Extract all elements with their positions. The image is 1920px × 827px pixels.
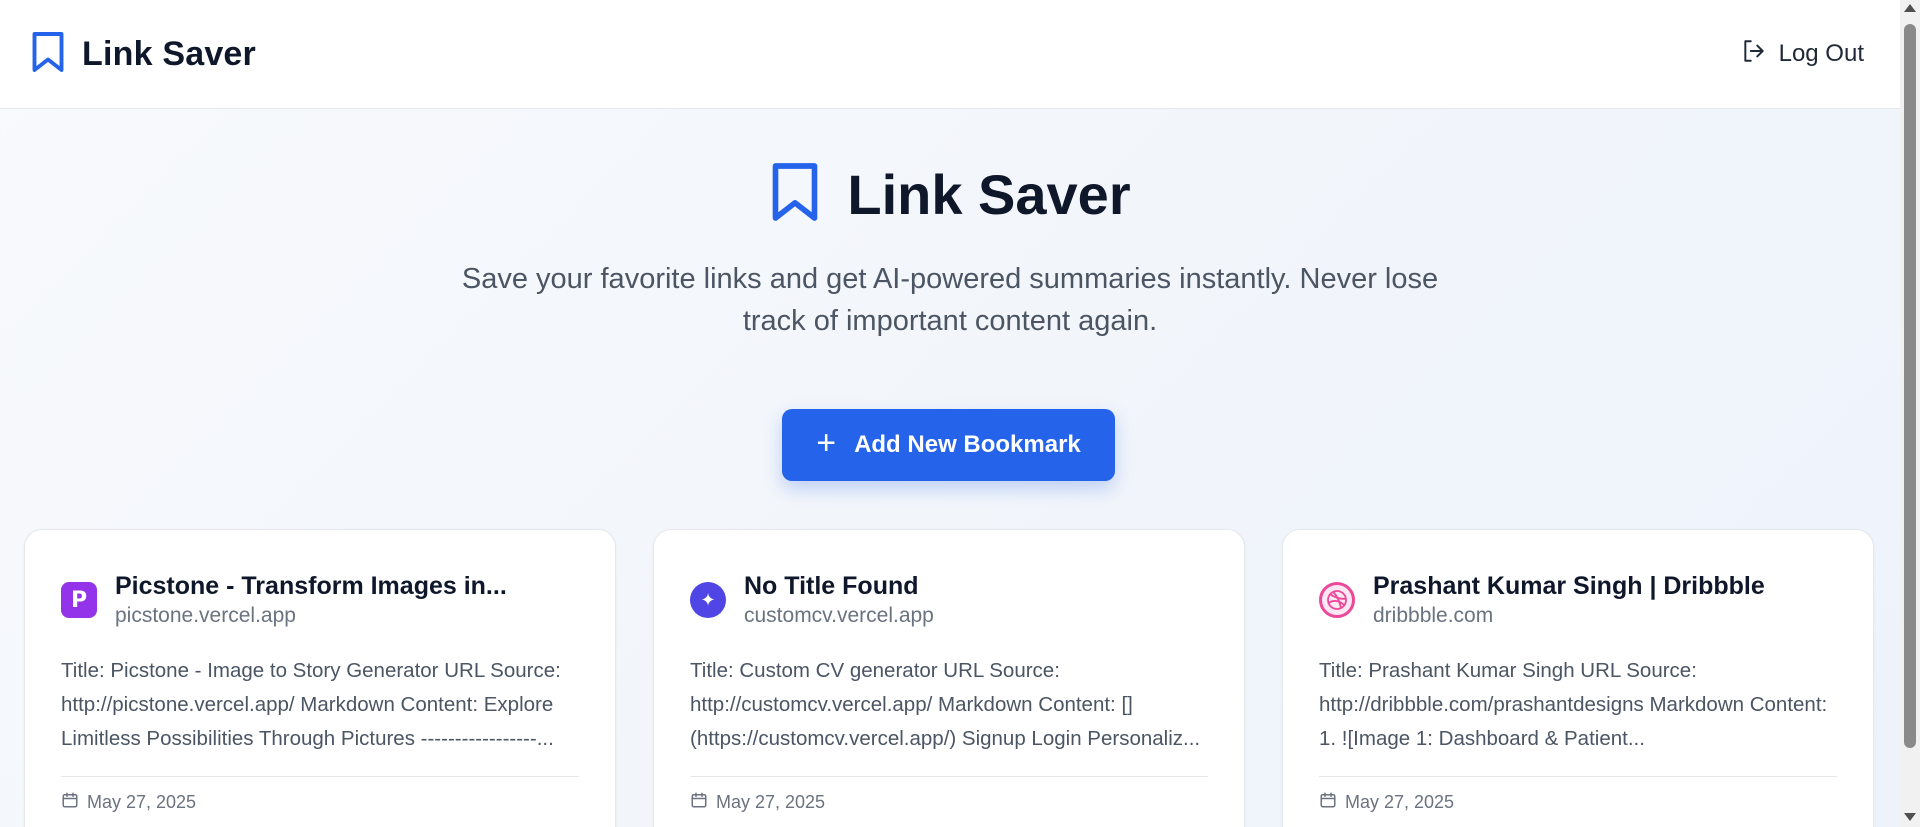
logout-button[interactable]: Log Out — [1741, 38, 1864, 71]
dribbble-icon — [1319, 582, 1355, 618]
card-header: ✦ No Title Found customcv.vercel.app — [690, 570, 1208, 628]
page-scrollbar[interactable] — [1900, 0, 1920, 827]
plus-icon: + — [816, 424, 837, 462]
card-title[interactable]: No Title Found — [744, 570, 934, 602]
card-title[interactable]: Prashant Kumar Singh | Dribbble — [1373, 570, 1765, 602]
card-date: May 27, 2025 — [690, 791, 1208, 814]
card-divider — [1319, 776, 1837, 777]
hero-title: Link Saver — [847, 163, 1131, 226]
card-domain: picstone.vercel.app — [115, 604, 296, 627]
brand[interactable]: Link Saver — [30, 31, 256, 78]
bookmark-icon — [30, 31, 66, 78]
scrollbar-thumb[interactable] — [1904, 24, 1916, 748]
scroll-up-arrow-icon[interactable] — [1904, 4, 1916, 12]
card-summary: Title: Prashant Kumar Singh URL Source: … — [1319, 659, 1828, 750]
top-navbar: Link Saver Log Out — [0, 0, 1900, 109]
card-summary: Title: Custom CV generator URL Source: h… — [690, 659, 1201, 750]
customcv-favicon-icon: ✦ — [690, 582, 726, 618]
brand-title: Link Saver — [82, 34, 256, 73]
card-divider — [61, 776, 579, 777]
logout-icon — [1741, 38, 1767, 71]
bookmark-card[interactable]: ✦ No Title Found customcv.vercel.app Tit… — [653, 529, 1245, 827]
add-bookmark-button[interactable]: + Add New Bookmark — [782, 409, 1115, 481]
hero-subtitle: Save your favorite links and get AI-powe… — [461, 263, 1439, 337]
hero-title-row: Link Saver — [0, 161, 1900, 228]
scroll-down-arrow-icon[interactable] — [1904, 813, 1916, 821]
card-header: Prashant Kumar Singh | Dribbble dribbble… — [1319, 570, 1837, 628]
calendar-icon — [690, 791, 708, 814]
card-divider — [690, 776, 1208, 777]
bookmark-grid: P Picstone - Transform Images in... pics… — [24, 529, 1874, 827]
card-date-text: May 27, 2025 — [1345, 792, 1455, 812]
card-date: May 27, 2025 — [1319, 791, 1837, 814]
picstone-favicon-icon: P — [61, 582, 97, 618]
card-date: May 27, 2025 — [61, 791, 579, 814]
bookmark-card[interactable]: Prashant Kumar Singh | Dribbble dribbble… — [1282, 529, 1874, 827]
logout-label: Log Out — [1778, 40, 1864, 67]
calendar-icon — [61, 791, 79, 814]
hero-section: Link Saver Save your favorite links and … — [0, 109, 1900, 342]
bookmark-card[interactable]: P Picstone - Transform Images in... pics… — [24, 529, 616, 827]
calendar-icon — [1319, 791, 1337, 814]
bookmark-icon — [769, 161, 821, 228]
card-domain: dribbble.com — [1373, 604, 1494, 627]
card-date-text: May 27, 2025 — [87, 792, 197, 812]
card-domain: customcv.vercel.app — [744, 604, 934, 627]
card-date-text: May 27, 2025 — [716, 792, 826, 812]
card-title[interactable]: Picstone - Transform Images in... — [115, 570, 507, 602]
card-header: P Picstone - Transform Images in... pics… — [61, 570, 579, 628]
card-summary: Title: Picstone - Image to Story Generat… — [61, 659, 561, 750]
add-bookmark-label: Add New Bookmark — [854, 431, 1081, 458]
